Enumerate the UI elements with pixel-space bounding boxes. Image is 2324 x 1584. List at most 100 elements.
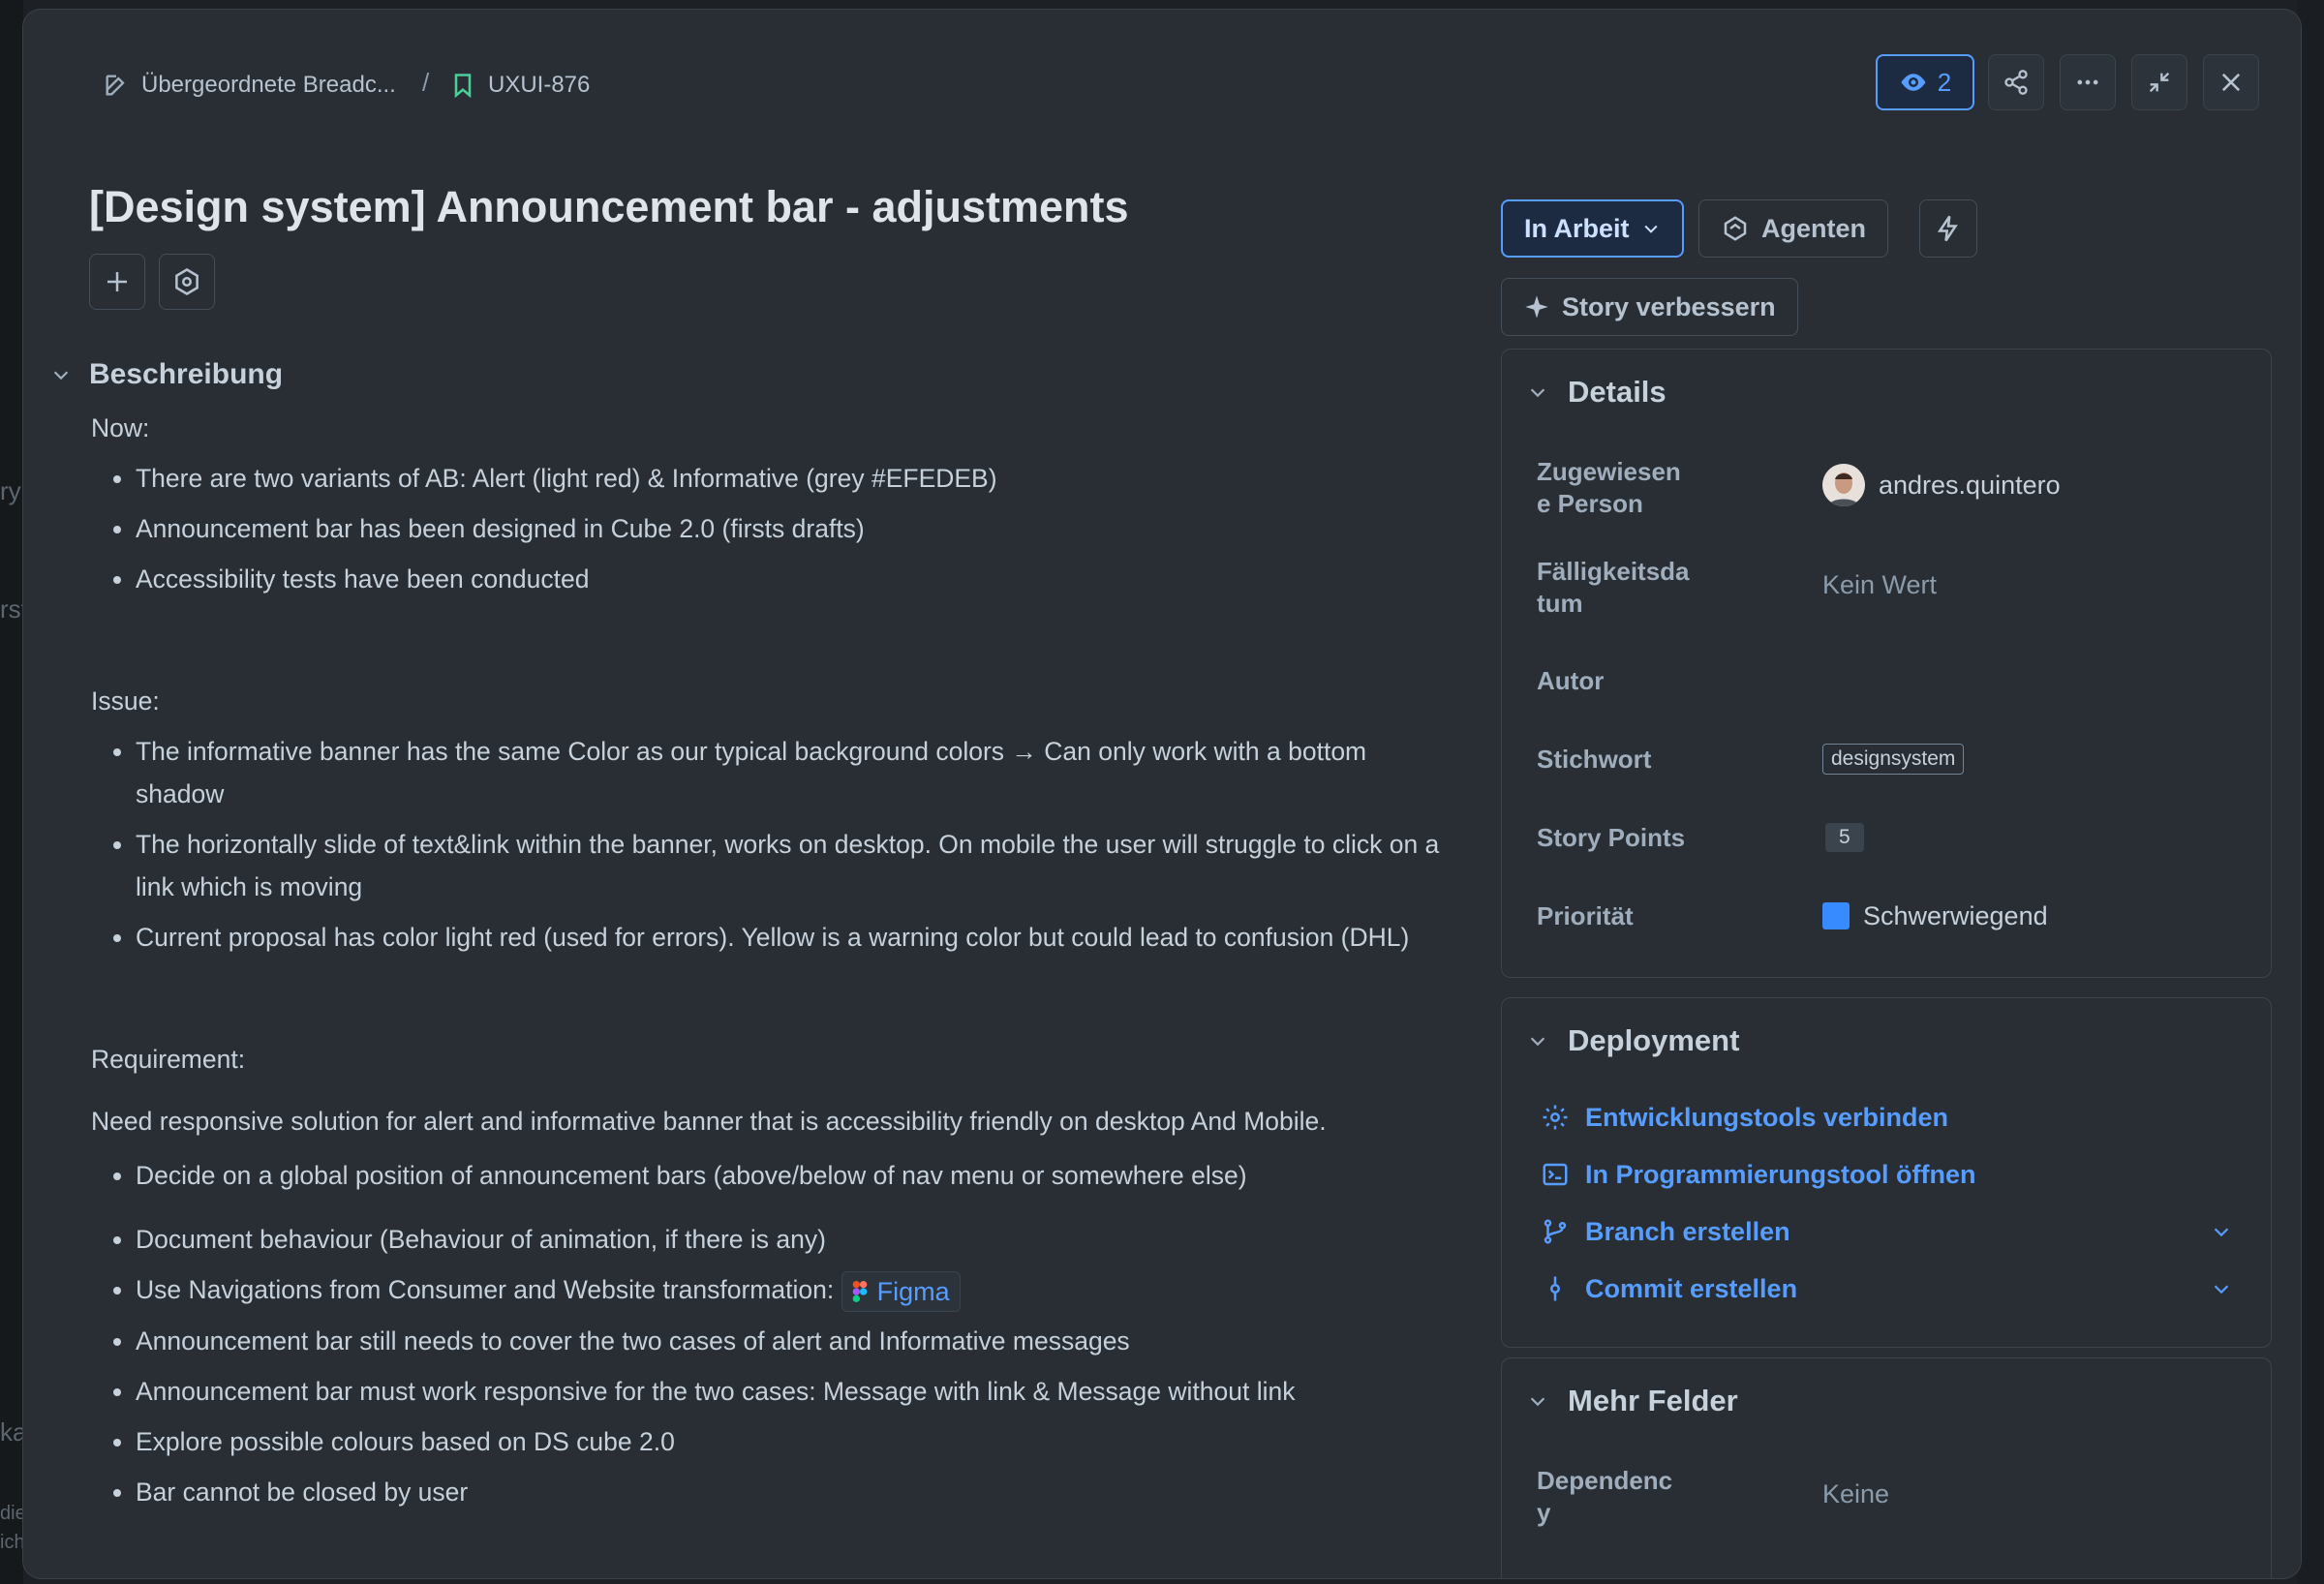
label-tag: designsystem	[1822, 744, 1965, 775]
now-label: Now:	[91, 413, 150, 442]
background-fragment: die	[0, 1503, 23, 1524]
list-item: There are two variants of AB: Alert (lig…	[136, 457, 1447, 500]
open-ide-link[interactable]: In Programmierungstool öffnen	[1541, 1150, 2242, 1199]
dependency-label: Dependenc y	[1537, 1466, 1673, 1527]
share-button[interactable]	[1988, 54, 2044, 110]
breadcrumb-parent[interactable]: Übergeordnete Breadc...	[103, 66, 396, 105]
dependency-row: Dependenc y Keine	[1537, 1465, 2251, 1533]
story-points-label: Story Points	[1537, 823, 1686, 852]
open-ide-label: In Programmierungstool öffnen	[1585, 1159, 1976, 1189]
figma-link[interactable]: Figma	[841, 1271, 961, 1312]
list-item: The informative banner has the same Colo…	[136, 730, 1447, 815]
chevron-down-icon	[1530, 1397, 1545, 1407]
minimize-button[interactable]	[2131, 54, 2187, 110]
deployment-panel: Deployment Entwicklungstools verbinden I…	[1501, 997, 2272, 1348]
list-item: Accessibility tests have been conducted	[136, 558, 1447, 600]
improve-story-label: Story verbessern	[1562, 291, 1776, 321]
watchers-count: 2	[1937, 67, 1952, 97]
sparkle-icon	[1525, 295, 1548, 319]
description-body[interactable]: Now: There are two variants of AB: Alert…	[91, 407, 1447, 1521]
automation-button[interactable]	[1919, 199, 1977, 258]
requirement-list: Decide on a global position of announcem…	[91, 1154, 1447, 1513]
breadcrumb-parent-label: Übergeordnete Breadc...	[141, 72, 396, 98]
apps-button[interactable]	[159, 254, 215, 310]
more-fields-toggle[interactable]: Mehr Felder	[1527, 1384, 1738, 1418]
close-button[interactable]	[2203, 54, 2259, 110]
create-branch-link[interactable]: Branch erstellen	[1541, 1207, 2242, 1256]
list-item: Use Navigations from Consumer and Websit…	[136, 1268, 1447, 1312]
background-right-strip	[2297, 0, 2324, 1584]
description-section-toggle[interactable]: Beschreibung	[50, 358, 283, 391]
author-row: Autor	[1537, 665, 2251, 733]
connect-dev-tools-link[interactable]: Entwicklungstools verbinden	[1541, 1093, 2242, 1142]
create-commit-label: Commit erstellen	[1585, 1273, 1798, 1303]
user-photo-icon	[1822, 464, 1865, 506]
label-label: Stichwort	[1537, 745, 1652, 774]
improve-story-button[interactable]: Story verbessern	[1501, 278, 1798, 336]
agents-button[interactable]: Agenten	[1698, 199, 1888, 258]
issue-list: The informative banner has the same Colo…	[91, 730, 1447, 959]
chevron-down-icon[interactable]	[2211, 1221, 2232, 1242]
create-commit-link[interactable]: Commit erstellen	[1541, 1264, 2242, 1313]
list-item: The horizontally slide of text&link with…	[136, 823, 1447, 908]
list-item: Announcement bar still needs to cover th…	[136, 1320, 1447, 1362]
more-fields-panel: Mehr Felder Dependenc y Keine	[1501, 1357, 2272, 1578]
figma-icon	[852, 1281, 867, 1302]
assignee-label: Zugewiesen e Person	[1537, 457, 1681, 518]
background-fragment: ka	[0, 1417, 23, 1447]
close-icon	[2221, 73, 2241, 92]
background-fragment: ry	[0, 476, 21, 505]
priority-icon	[1822, 902, 1850, 929]
assignee-row: Zugewiesen e Person andres.quintero	[1537, 456, 2251, 524]
minimize-icon	[2149, 72, 2170, 93]
chevron-down-icon	[1643, 225, 1658, 233]
list-item: Explore possible colours based on DS cub…	[136, 1420, 1447, 1463]
issue-title[interactable]: [Design system] Announcement bar - adjus…	[89, 182, 1129, 232]
status-dropdown[interactable]: In Arbeit	[1501, 199, 1684, 258]
priority-label: Priorität	[1537, 901, 1634, 930]
dependency-value[interactable]: Keine	[1822, 1465, 1889, 1523]
branch-icon	[1544, 1219, 1567, 1244]
due-date-label: Fälligkeitsda tum	[1537, 557, 1690, 618]
chevron-down-icon[interactable]	[2211, 1278, 2232, 1299]
more-actions-button[interactable]	[2060, 54, 2116, 110]
watch-button[interactable]: 2	[1876, 54, 1974, 110]
list-item: Bar cannot be closed by user	[136, 1471, 1447, 1513]
issue-modal: Übergeordnete Breadc... / UXUI-876 2 [De…	[23, 10, 2301, 1578]
story-points-row: Story Points 5	[1537, 822, 2251, 890]
requirement-text: Need responsive solution for alert and i…	[91, 1107, 1327, 1136]
list-item: Current proposal has color light red (us…	[136, 916, 1447, 959]
now-list: There are two variants of AB: Alert (lig…	[91, 457, 1447, 600]
due-date-value[interactable]: Kein Wert	[1822, 556, 1937, 614]
share-icon	[2004, 70, 2028, 95]
list-item: Decide on a global position of announcem…	[136, 1154, 1447, 1197]
label-value[interactable]: designsystem	[1822, 730, 1965, 788]
details-heading: Details	[1568, 375, 1667, 409]
requirement-label: Requirement:	[91, 1045, 246, 1074]
more-fields-heading: Mehr Felder	[1568, 1384, 1738, 1417]
label-row: Stichwort designsystem	[1537, 744, 2251, 811]
status-label: In Arbeit	[1524, 213, 1630, 243]
avatar	[1822, 464, 1865, 506]
details-toggle[interactable]: Details	[1527, 375, 1667, 410]
lightning-icon	[1937, 215, 1958, 242]
author-label: Autor	[1537, 666, 1605, 695]
eye-icon	[1901, 74, 1926, 91]
plus-icon	[107, 272, 127, 291]
breadcrumb-separator: /	[422, 68, 430, 97]
list-item-text: Use Navigations from Consumer and Websit…	[136, 1275, 835, 1304]
add-button[interactable]	[89, 254, 145, 310]
list-item: Document behaviour (Behaviour of animati…	[136, 1218, 1447, 1261]
settings-hex-icon	[175, 268, 199, 295]
deployment-toggle[interactable]: Deployment	[1527, 1023, 1739, 1058]
gear-icon	[1543, 1105, 1568, 1130]
create-branch-label: Branch erstellen	[1585, 1216, 1790, 1246]
figma-link-label: Figma	[876, 1277, 950, 1306]
assignee-name: andres.quintero	[1879, 470, 2061, 500]
story-points-value[interactable]: 5	[1825, 808, 1864, 867]
assignee-value[interactable]: andres.quintero	[1822, 456, 2061, 514]
deployment-heading: Deployment	[1568, 1023, 1740, 1057]
breadcrumb-issue-key[interactable]: UXUI-876	[449, 66, 590, 105]
chevron-down-icon	[1530, 1037, 1545, 1047]
priority-value[interactable]: Schwerwiegend	[1822, 887, 2048, 945]
